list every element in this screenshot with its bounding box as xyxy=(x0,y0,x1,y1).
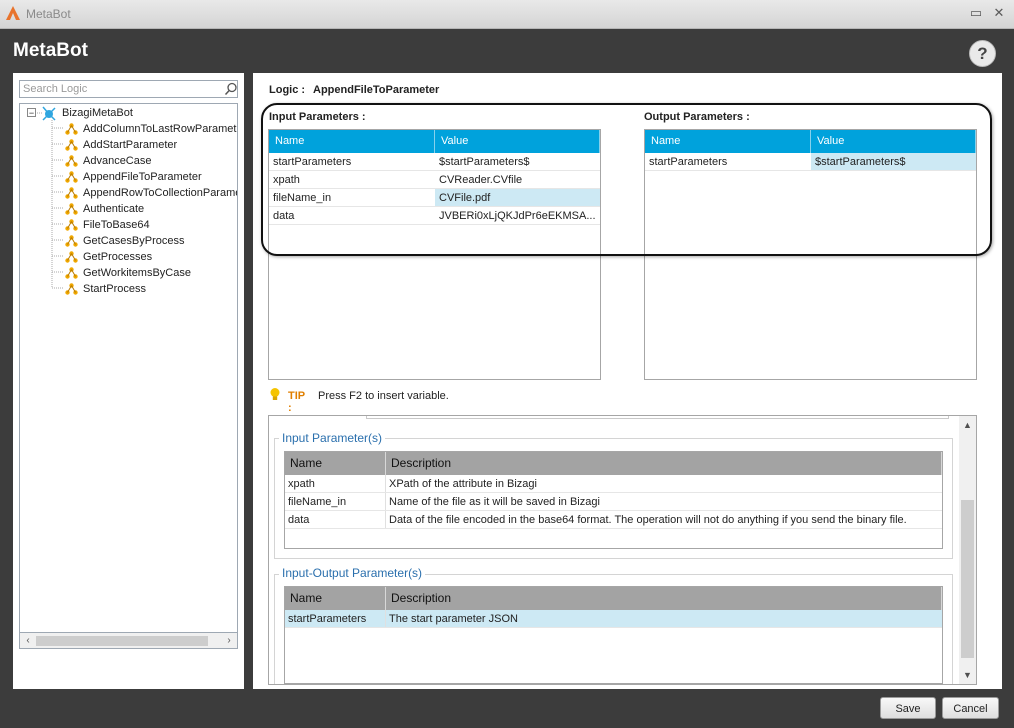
tree-item-label: GetCasesByProcess xyxy=(83,235,185,247)
scroll-right-icon[interactable]: › xyxy=(222,634,236,648)
dialog-header: MetaBot xyxy=(0,29,1014,73)
tip-label: TIP : xyxy=(288,390,305,414)
column-header-name: Name xyxy=(285,587,386,610)
parameter-name: startParameters xyxy=(285,610,386,627)
parameter-name: xpath xyxy=(285,475,386,492)
parameter-description: Name of the file as it will be saved in … xyxy=(389,496,600,508)
logic-step-icon xyxy=(65,251,78,263)
scroll-thumb[interactable] xyxy=(961,500,974,658)
search-input[interactable] xyxy=(20,81,218,97)
table-row[interactable]: xpath XPath of the attribute in Bizagi xyxy=(285,475,942,493)
column-header-description: Description xyxy=(386,587,942,610)
tree-item[interactable]: AdvanceCase xyxy=(65,153,237,169)
highlight-annotation xyxy=(261,103,992,256)
logic-step-icon xyxy=(65,283,78,295)
scroll-down-icon[interactable]: ▼ xyxy=(959,668,976,682)
tree-item-label: AppendRowToCollectionParameter xyxy=(83,187,238,199)
logic-name: AppendFileToParameter xyxy=(313,84,440,96)
help-button[interactable]: ? xyxy=(969,40,996,67)
scroll-up-icon[interactable]: ▲ xyxy=(959,418,976,432)
logic-step-icon xyxy=(65,171,78,183)
logic-step-icon xyxy=(65,235,78,247)
parameter-description: XPath of the attribute in Bizagi xyxy=(389,478,537,490)
search-box xyxy=(19,80,238,98)
table-row[interactable]: fileName_in Name of the file as it will b… xyxy=(285,493,942,511)
column-header-name: Name xyxy=(285,452,386,475)
table-row[interactable]: startParameters The start parameter JSON xyxy=(285,610,942,628)
app-logo-icon xyxy=(6,6,20,20)
save-button[interactable]: Save xyxy=(880,697,936,719)
input-parameters-legend: Input Parameter(s) xyxy=(279,431,386,445)
tree-root-label: BizagiMetaBot xyxy=(62,107,133,119)
tree-item[interactable]: AppendRowToCollectionParameter xyxy=(65,185,238,201)
search-icon[interactable] xyxy=(224,82,238,96)
parameter-description: The start parameter JSON xyxy=(389,613,518,625)
logic-step-icon xyxy=(65,123,78,135)
tree-item[interactable]: AddStartParameter xyxy=(65,137,237,153)
table-header: Name Description xyxy=(285,587,942,610)
close-icon[interactable]: ✕ xyxy=(992,6,1006,20)
documentation-vertical-scrollbar[interactable]: ▲ ▼ xyxy=(959,416,976,684)
input-output-parameters-legend: Input-Output Parameter(s) xyxy=(279,566,426,580)
tree-item[interactable]: AppendFileToParameter xyxy=(65,169,237,185)
dialog-title: MetaBot xyxy=(13,40,88,61)
tree-horizontal-scrollbar[interactable]: ‹ › xyxy=(19,632,238,649)
tree-item-label: FileToBase64 xyxy=(83,219,150,231)
logic-step-icon xyxy=(65,219,78,231)
window-title: MetaBot xyxy=(26,7,71,21)
logic-step-icon xyxy=(65,203,78,215)
metabot-icon xyxy=(42,106,56,121)
tree-item-label: AddStartParameter xyxy=(83,139,178,151)
window-title-bar: MetaBot ▭ ✕ xyxy=(0,0,1014,29)
documentation-panel: Input Parameter(s) Name Description xpat… xyxy=(268,415,977,685)
scroll-thumb[interactable] xyxy=(36,636,208,646)
tree-item-label: Authenticate xyxy=(83,203,145,215)
tree-item[interactable]: GetCasesByProcess xyxy=(65,233,237,249)
input-output-parameters-description-table: Name Description startParameters The star… xyxy=(284,586,943,684)
logic-step-icon xyxy=(65,187,78,199)
logic-step-icon xyxy=(65,155,78,167)
input-parameters-description-table: Name Description xpath XPath of the attri… xyxy=(284,451,943,549)
scroll-left-icon[interactable]: ‹ xyxy=(21,634,35,648)
maximize-icon[interactable]: ▭ xyxy=(969,6,983,20)
tree-item[interactable]: Authenticate xyxy=(65,201,237,217)
logic-label: Logic : xyxy=(269,84,306,96)
table-row[interactable]: data Data of the file encoded in the base… xyxy=(285,511,942,529)
column-header-description: Description xyxy=(386,452,942,475)
tree-item-label: StartProcess xyxy=(83,283,146,295)
tree-root-node[interactable]: − BizagiMetaBot xyxy=(27,105,227,121)
lightbulb-icon xyxy=(270,388,280,400)
tip-text: Press F2 to insert variable. xyxy=(318,390,449,402)
tree-item[interactable]: GetProcesses xyxy=(65,249,237,265)
tree-item-label: AppendFileToParameter xyxy=(83,171,202,183)
tree-item-label: GetWorkitemsByCase xyxy=(83,267,191,279)
tree-item[interactable]: AddColumnToLastRowParameter xyxy=(65,121,238,137)
table-header: Name Description xyxy=(285,452,942,475)
tree-item-label: GetProcesses xyxy=(83,251,153,263)
tree-item[interactable]: GetWorkitemsByCase xyxy=(65,265,237,281)
tree-item[interactable]: FileToBase64 xyxy=(65,217,237,233)
cancel-button[interactable]: Cancel xyxy=(942,697,999,719)
tree-item-label: AdvanceCase xyxy=(83,155,152,167)
logic-step-icon xyxy=(65,267,78,279)
parameter-name: fileName_in xyxy=(285,493,386,510)
doc-top-strip xyxy=(366,416,949,419)
parameter-name: data xyxy=(285,511,386,528)
collapse-icon[interactable]: − xyxy=(27,108,36,118)
tree-item[interactable]: StartProcess xyxy=(65,281,237,297)
logic-tree: − BizagiMetaBot AddColumnToLastRowParame… xyxy=(19,103,238,649)
tree-item-label: AddColumnToLastRowParameter xyxy=(83,123,238,135)
parameter-description: Data of the file encoded in the base64 f… xyxy=(389,514,907,526)
logic-step-icon xyxy=(65,139,78,151)
